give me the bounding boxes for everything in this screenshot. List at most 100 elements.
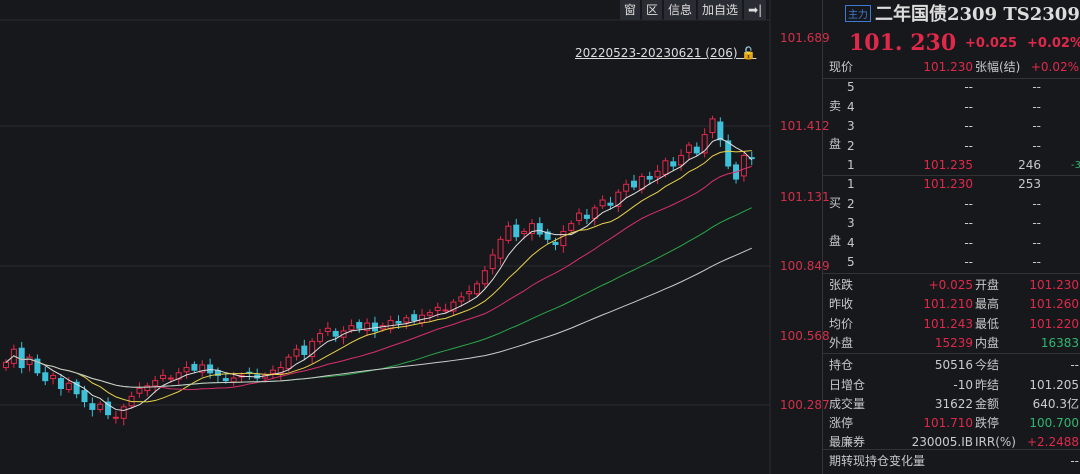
candle[interactable] xyxy=(403,317,410,323)
candle[interactable] xyxy=(693,146,700,154)
candle[interactable] xyxy=(607,202,614,206)
candle[interactable] xyxy=(3,361,9,369)
candle[interactable] xyxy=(497,238,504,259)
candle[interactable] xyxy=(50,374,57,380)
candle[interactable] xyxy=(97,403,104,410)
candle[interactable] xyxy=(112,416,119,419)
label: 内盘 xyxy=(975,335,1000,350)
ask-level-row[interactable]: 5 -- -- xyxy=(823,78,1080,97)
ask-level-row[interactable]: 2 -- -- xyxy=(823,137,1080,156)
current-price-row: 现价 101.230 张幅(结) +0.02% xyxy=(823,58,1080,77)
candle[interactable] xyxy=(678,155,685,166)
candle[interactable] xyxy=(466,291,473,295)
candle[interactable] xyxy=(42,372,49,382)
candle[interactable] xyxy=(371,322,378,332)
candle[interactable] xyxy=(489,254,496,270)
candle[interactable] xyxy=(120,406,127,419)
add-watchlist-button[interactable]: 加自选 xyxy=(698,0,743,20)
bid-level-row[interactable]: 3 -- -- xyxy=(823,214,1080,233)
candle[interactable] xyxy=(654,170,661,178)
candle[interactable] xyxy=(725,140,732,167)
candle[interactable] xyxy=(513,224,520,238)
candle[interactable] xyxy=(646,175,653,180)
candle[interactable] xyxy=(709,118,716,133)
ask-level-row[interactable]: 3 -- -- xyxy=(823,117,1080,136)
candle[interactable] xyxy=(230,377,237,383)
bid-level-row[interactable]: 1 101.230 253 xyxy=(823,175,1080,194)
candlestick-chart[interactable] xyxy=(0,0,822,474)
main-contract-badge: 主力 xyxy=(845,4,871,22)
candle[interactable] xyxy=(481,270,488,285)
value: 640.3亿 xyxy=(1032,396,1079,411)
date-range-link[interactable]: 20220523-20230621 (206) 🔓 xyxy=(575,46,756,60)
candle[interactable] xyxy=(167,377,174,380)
candle[interactable] xyxy=(222,378,229,382)
candle[interactable] xyxy=(356,322,363,329)
stat-row: 持仓 50516 今结 -- xyxy=(823,356,1080,375)
candle[interactable] xyxy=(536,223,543,235)
range-button[interactable]: 区 xyxy=(642,0,663,20)
candle[interactable] xyxy=(474,283,480,295)
bid-level-row[interactable]: 2 -- -- xyxy=(823,195,1080,214)
label: 盘 xyxy=(829,234,842,248)
candle[interactable] xyxy=(505,225,512,241)
candle[interactable] xyxy=(136,388,143,394)
collapse-panel-icon[interactable]: ➡| xyxy=(744,0,767,20)
candle[interactable] xyxy=(568,223,575,231)
ma60-line xyxy=(5,247,752,388)
ask-level-row[interactable]: 1 101.235 246 -3 xyxy=(823,156,1080,175)
candle[interactable] xyxy=(301,345,308,355)
candle[interactable] xyxy=(105,401,112,416)
candle[interactable] xyxy=(317,333,323,342)
candle[interactable] xyxy=(191,363,198,371)
candle[interactable] xyxy=(560,230,567,247)
candle[interactable] xyxy=(324,327,331,332)
candle[interactable] xyxy=(65,382,72,391)
label: 盘 xyxy=(829,137,842,151)
candle[interactable] xyxy=(583,214,590,219)
candle[interactable] xyxy=(599,199,606,207)
candle[interactable] xyxy=(623,183,630,192)
candle[interactable] xyxy=(631,180,637,188)
candle[interactable] xyxy=(576,212,583,221)
volume: -- xyxy=(1032,80,1041,94)
candle[interactable] xyxy=(348,325,355,331)
candle[interactable] xyxy=(521,230,528,235)
value: 101.260 xyxy=(1029,297,1079,312)
candle[interactable] xyxy=(638,175,645,190)
candle[interactable] xyxy=(183,367,190,373)
label: 买 xyxy=(829,196,842,210)
candle[interactable] xyxy=(552,241,559,246)
candle[interactable] xyxy=(332,330,339,337)
candle[interactable] xyxy=(81,390,88,403)
bid-level-row[interactable]: 5 -- -- xyxy=(823,253,1080,272)
candle[interactable] xyxy=(160,374,166,380)
bid-level-row[interactable]: 4 -- -- xyxy=(823,234,1080,253)
candle[interactable] xyxy=(293,348,300,357)
candle[interactable] xyxy=(152,380,159,387)
candle[interactable] xyxy=(434,306,441,312)
candle[interactable] xyxy=(458,296,465,302)
candle[interactable] xyxy=(670,161,677,167)
candle[interactable] xyxy=(269,369,276,374)
candle[interactable] xyxy=(18,347,25,369)
candle[interactable] xyxy=(89,403,96,410)
candle[interactable] xyxy=(411,314,418,321)
candle[interactable] xyxy=(740,155,747,177)
efp-row: 期转现持仓变化量 -- xyxy=(823,452,1080,471)
candle[interactable] xyxy=(285,356,292,370)
candle[interactable] xyxy=(26,356,33,365)
candle[interactable] xyxy=(442,309,449,312)
candle[interactable] xyxy=(426,312,433,316)
ask-level-row[interactable]: 4 -- -- xyxy=(823,98,1080,117)
info-button[interactable]: 信息 xyxy=(664,0,697,20)
candle[interactable] xyxy=(207,364,214,374)
window-button[interactable]: 窗 xyxy=(620,0,641,20)
candle[interactable] xyxy=(662,160,669,175)
candle[interactable] xyxy=(57,378,64,390)
lock-icon[interactable]: 🔓 xyxy=(741,46,756,60)
candle[interactable] xyxy=(591,207,598,219)
candle[interactable] xyxy=(685,144,692,153)
candle[interactable] xyxy=(717,121,724,141)
candle[interactable] xyxy=(395,320,402,324)
